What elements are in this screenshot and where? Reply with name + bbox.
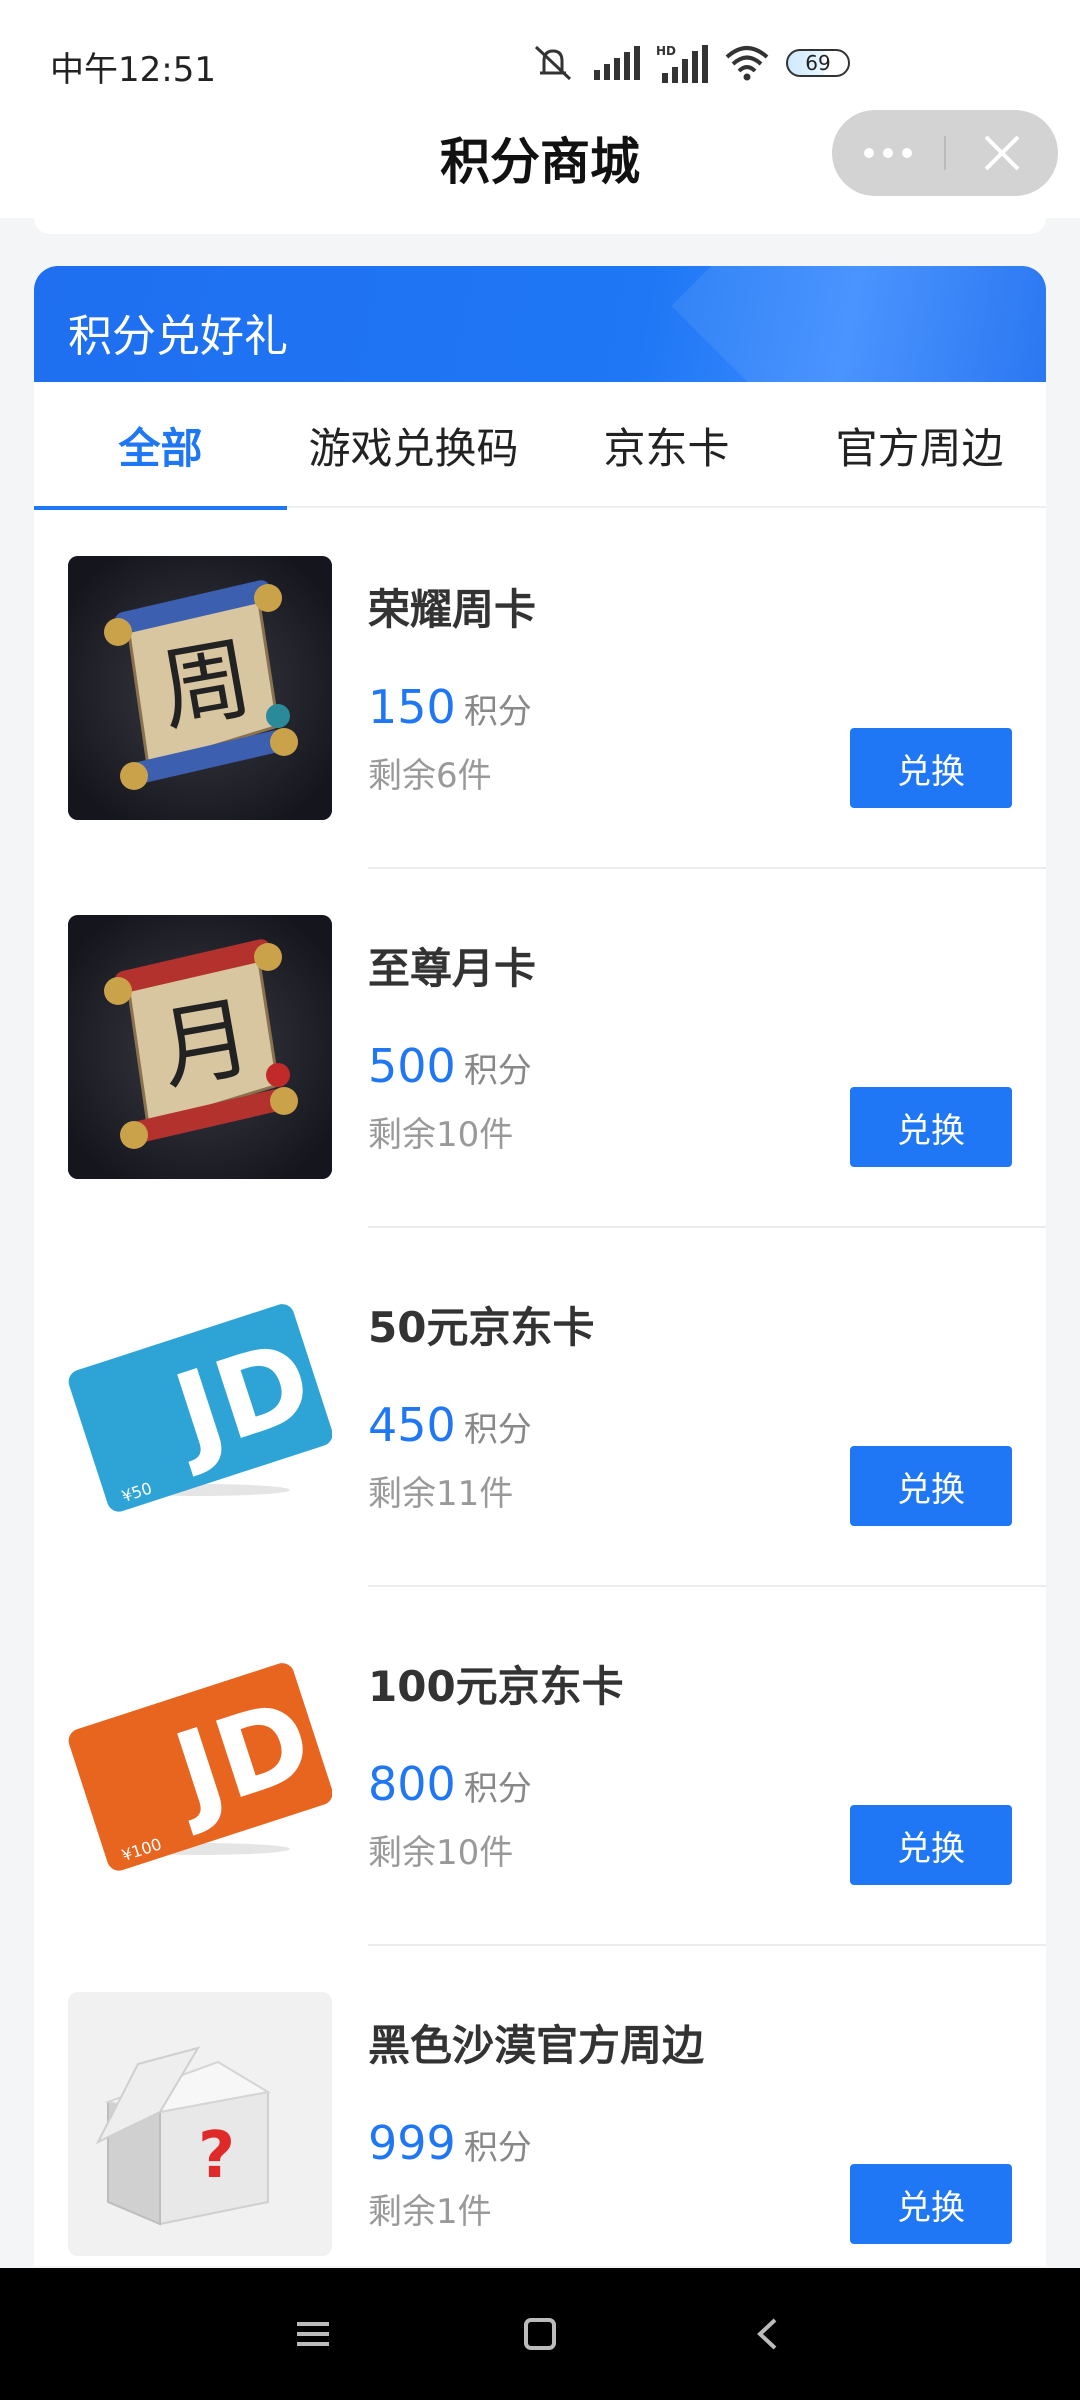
points-mall-card: 积分兑好礼 全部 游戏兑换码 京东卡 官方周边 周 荣耀周卡 150 积分 剩余… bbox=[34, 266, 1046, 2266]
hd-label: HD bbox=[656, 44, 676, 58]
wifi-icon bbox=[725, 46, 769, 81]
points-value: 999 bbox=[368, 2116, 456, 2170]
mute-bell-icon bbox=[534, 45, 572, 81]
list-item: JD ¥100 100元京东卡 800 积分 剩余10件 兑换 bbox=[34, 1587, 1046, 1946]
exchange-button[interactable]: 兑换 bbox=[850, 2164, 1012, 2244]
exchange-button[interactable]: 兑换 bbox=[850, 728, 1012, 808]
week-scroll-icon: 周 bbox=[68, 556, 332, 820]
points-unit: 积分 bbox=[463, 1410, 532, 1450]
product-price: 800 积分 bbox=[368, 1757, 532, 1811]
stock-remaining: 剩余10件 bbox=[368, 1833, 514, 1873]
back-icon bbox=[756, 2318, 777, 2350]
tab-jd-card[interactable]: 京东卡 bbox=[540, 382, 793, 508]
stock-remaining: 剩余11件 bbox=[368, 1474, 514, 1514]
week-glyph: 周 bbox=[152, 626, 259, 745]
points-value: 500 bbox=[368, 1039, 456, 1093]
list-item: ? 黑色沙漠官方周边 999 积分 剩余1件 兑换 bbox=[34, 1946, 1046, 2266]
stock-remaining: 剩余10件 bbox=[368, 1115, 514, 1155]
product-price: 999 积分 bbox=[368, 2116, 532, 2170]
month-scroll-icon: 月 bbox=[68, 915, 332, 1179]
exchange-button[interactable]: 兑换 bbox=[850, 1087, 1012, 1167]
tab-all[interactable]: 全部 bbox=[34, 382, 287, 510]
close-button[interactable] bbox=[946, 110, 1058, 196]
exchange-button[interactable]: 兑换 bbox=[850, 1805, 1012, 1885]
points-unit: 积分 bbox=[463, 1051, 532, 1091]
stock-remaining: 剩余6件 bbox=[368, 756, 492, 796]
banner-title: 积分兑好礼 bbox=[68, 311, 288, 362]
back-button[interactable] bbox=[707, 2294, 827, 2374]
stock-remaining: 剩余1件 bbox=[368, 2192, 492, 2232]
product-price: 450 积分 bbox=[368, 1398, 532, 1452]
month-glyph: 月 bbox=[152, 985, 259, 1104]
more-dots-icon bbox=[864, 148, 912, 158]
more-button[interactable] bbox=[832, 110, 944, 196]
points-unit: 积分 bbox=[463, 1769, 532, 1809]
previous-card-fragment bbox=[34, 218, 1046, 234]
mini-program-capsule bbox=[832, 110, 1058, 196]
list-item: JD ¥50 50元京东卡 450 积分 剩余11件 兑换 bbox=[34, 1228, 1046, 1587]
close-icon bbox=[984, 135, 1020, 171]
tab-game-codes[interactable]: 游戏兑换码 bbox=[287, 382, 540, 508]
product-price: 500 积分 bbox=[368, 1039, 532, 1093]
category-tabs: 全部 游戏兑换码 京东卡 官方周边 bbox=[34, 382, 1046, 510]
hd-signal-icon: HD bbox=[656, 44, 708, 83]
product-price: 150 积分 bbox=[368, 680, 532, 734]
product-name: 50元京东卡 bbox=[368, 1303, 595, 1352]
menu-button[interactable] bbox=[253, 2294, 373, 2374]
product-name: 荣耀周卡 bbox=[368, 585, 537, 634]
status-bar: 中午12:51 HD 69 bbox=[0, 0, 1080, 108]
product-name: 100元京东卡 bbox=[368, 1662, 624, 1711]
system-nav-bar bbox=[0, 2268, 1080, 2400]
exchange-button[interactable]: 兑换 bbox=[850, 1446, 1012, 1526]
mystery-box-icon: ? bbox=[68, 1992, 332, 2256]
home-icon bbox=[523, 2318, 556, 2350]
jd-card-blue-icon: JD ¥50 bbox=[68, 1274, 332, 1538]
points-value: 800 bbox=[368, 1757, 456, 1811]
points-unit: 积分 bbox=[463, 2128, 532, 2168]
product-name: 至尊月卡 bbox=[368, 944, 537, 993]
status-icons: HD 69 bbox=[530, 38, 850, 88]
product-list: 周 荣耀周卡 150 积分 剩余6件 兑换 月 至尊月卡 500 积分 剩余10… bbox=[34, 510, 1046, 2266]
points-value: 450 bbox=[368, 1398, 456, 1452]
product-name: 黑色沙漠官方周边 bbox=[368, 2021, 705, 2070]
list-item: 周 荣耀周卡 150 积分 剩余6件 兑换 bbox=[34, 510, 1046, 869]
home-button[interactable] bbox=[480, 2294, 600, 2374]
menu-icon bbox=[297, 2322, 330, 2346]
jd-card-orange-icon: JD ¥100 bbox=[68, 1633, 332, 1897]
points-value: 150 bbox=[368, 680, 456, 734]
banner: 积分兑好礼 bbox=[34, 266, 1046, 382]
signal-icon bbox=[594, 46, 640, 80]
status-time: 中午12:51 bbox=[50, 50, 216, 90]
title-bar: 积分商城 bbox=[0, 108, 1080, 218]
battery-indicator: 69 bbox=[786, 49, 850, 77]
points-unit: 积分 bbox=[463, 692, 532, 732]
question-mark: ? bbox=[198, 2119, 235, 2193]
tab-official-merch[interactable]: 官方周边 bbox=[793, 382, 1046, 508]
list-item: 月 至尊月卡 500 积分 剩余10件 兑换 bbox=[34, 869, 1046, 1228]
